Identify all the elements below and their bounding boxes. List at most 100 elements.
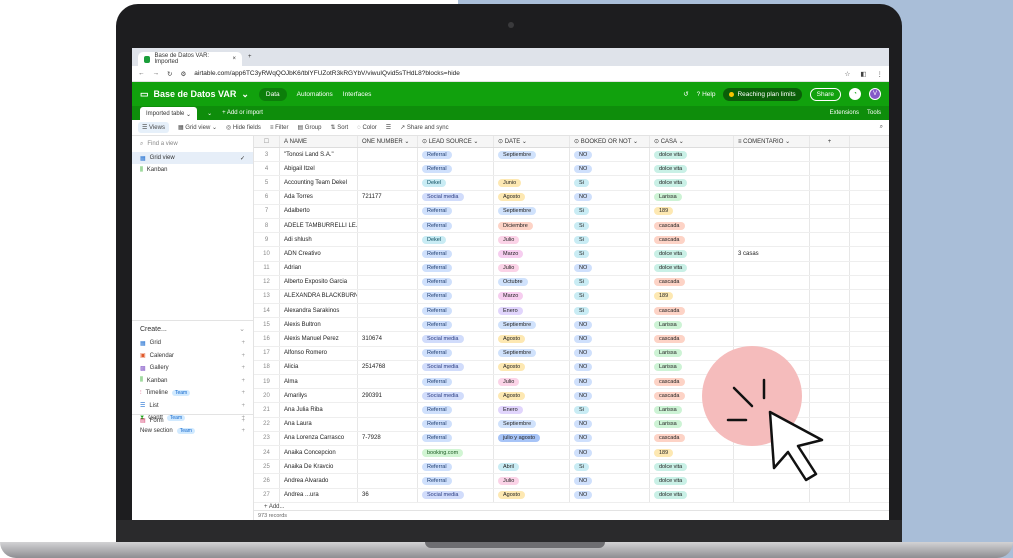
- table-cell[interactable]: Septiembre: [494, 346, 570, 360]
- table-cell[interactable]: [358, 474, 418, 488]
- avatar[interactable]: V: [869, 88, 881, 100]
- extensions-button[interactable]: Extensions: [830, 110, 859, 116]
- table-row[interactable]: 13 ALEXANDRA BLACKBURN Referral Marzo Si 189: [254, 289, 889, 305]
- share-sync-button[interactable]: ↗ Share and sync: [400, 124, 448, 131]
- table-cell[interactable]: Referral: [418, 460, 494, 474]
- header-name[interactable]: A NAME: [280, 136, 358, 147]
- table-row[interactable]: 7 Adalberto Referral Septiembre Si 189: [254, 204, 889, 219]
- table-cell[interactable]: Si: [570, 176, 650, 190]
- table-cell[interactable]: Si: [570, 247, 650, 261]
- table-cell[interactable]: Referral: [418, 474, 494, 488]
- notifications-icon[interactable]: ◔: [849, 88, 861, 100]
- menu-icon[interactable]: ⋮: [877, 70, 884, 78]
- create-form[interactable]: ▤ Form +: [132, 414, 253, 426]
- table-cell[interactable]: 2514768: [358, 360, 418, 374]
- header-date[interactable]: ⊙ DATE ⌄: [494, 136, 570, 147]
- nav-data[interactable]: Data: [258, 87, 287, 101]
- table-cell[interactable]: Referral: [418, 261, 494, 275]
- table-cell[interactable]: [734, 148, 810, 162]
- table-row[interactable]: 3 "Tonosi Land S.A." Referral Septiembre NO d…: [254, 148, 889, 163]
- history-icon[interactable]: ↺: [683, 90, 688, 98]
- table-cell[interactable]: ADELE TAMBURRELLI LE...: [280, 218, 358, 233]
- table-cell[interactable]: NO: [570, 148, 650, 162]
- table-cell[interactable]: Social media: [418, 360, 494, 374]
- table-cell[interactable]: Referral: [418, 375, 494, 389]
- table-row[interactable]: 15 Alexis Bultron Referral Septiembre NO Lari…: [254, 318, 889, 333]
- table-row[interactable]: 12 Alberto Exposito Garcia Referral Octubre…: [254, 275, 889, 290]
- table-cell[interactable]: Alberto Exposito Garcia: [280, 275, 358, 289]
- table-cell[interactable]: 310674: [358, 332, 418, 346]
- table-cell[interactable]: Referral: [418, 162, 494, 176]
- table-cell[interactable]: Referral: [418, 275, 494, 289]
- table-cell[interactable]: [358, 204, 418, 218]
- tools-button[interactable]: Tools: [867, 110, 881, 116]
- table-cell[interactable]: [810, 318, 850, 332]
- table-cell[interactable]: Accounting Team Dekel: [280, 176, 358, 190]
- table-cell[interactable]: [810, 289, 850, 304]
- table-cell[interactable]: Si: [570, 304, 650, 318]
- header-lead-source[interactable]: ⊙ LEAD SOURCE ⌄: [418, 136, 494, 147]
- table-cell[interactable]: [358, 417, 418, 431]
- find-view-input[interactable]: ⌕ Find a view: [132, 136, 253, 152]
- table-cell[interactable]: ADN Creativo: [280, 247, 358, 261]
- table-cell[interactable]: [358, 445, 418, 460]
- table-cell[interactable]: [810, 360, 850, 374]
- table-cell[interactable]: [734, 190, 810, 204]
- table-cell[interactable]: [358, 162, 418, 176]
- table-cell[interactable]: Referral: [418, 346, 494, 360]
- table-cell[interactable]: Referral: [418, 247, 494, 261]
- views-button[interactable]: ☰ Views: [138, 122, 169, 133]
- table-cell[interactable]: NO: [570, 261, 650, 275]
- table-cell[interactable]: NO: [570, 417, 650, 431]
- table-cell[interactable]: Referral: [418, 403, 494, 417]
- table-cell[interactable]: dolce vita: [650, 247, 734, 261]
- table-cell[interactable]: [734, 318, 810, 332]
- table-cell[interactable]: NO: [570, 318, 650, 332]
- forward-icon[interactable]: →: [153, 70, 160, 77]
- plan-limits-button[interactable]: Reaching plan limits: [723, 87, 802, 101]
- table-row[interactable]: 17 Alfonso Romero Referral Septiembre NO Lari…: [254, 346, 889, 361]
- header-phone[interactable]: ONE NUMBER ⌄: [358, 136, 418, 147]
- table-row[interactable]: 16 Alexis Manuel Perez 310674 Social media A…: [254, 332, 889, 347]
- table-cell[interactable]: NO: [570, 445, 650, 460]
- table-cell[interactable]: Agosto: [494, 332, 570, 346]
- table-cell[interactable]: Larissa: [650, 318, 734, 332]
- table-cell[interactable]: Agosto: [494, 389, 570, 403]
- table-cell[interactable]: Septiembre: [494, 318, 570, 332]
- table-cell[interactable]: Julio: [494, 474, 570, 488]
- table-cell[interactable]: [494, 162, 570, 176]
- table-cell[interactable]: [734, 204, 810, 218]
- color-button[interactable]: ◌ Color: [357, 125, 377, 131]
- search-icon[interactable]: ⌕: [880, 124, 883, 131]
- table-cell[interactable]: [810, 190, 850, 204]
- table-row[interactable]: 6 Ada Torres 721177 Social media Agosto NO Lar…: [254, 190, 889, 205]
- table-row[interactable]: 5 Accounting Team Dekel Dekel Junio Si dolce …: [254, 176, 889, 191]
- bookmark-icon[interactable]: ☆: [845, 70, 851, 78]
- table-cell[interactable]: [358, 304, 418, 318]
- table-cell[interactable]: [810, 261, 850, 275]
- table-cell[interactable]: Referral: [418, 318, 494, 332]
- table-cell[interactable]: Octubre: [494, 275, 570, 289]
- table-cell[interactable]: dolce vita: [650, 176, 734, 190]
- table-cell[interactable]: [358, 247, 418, 261]
- create-new-section[interactable]: New section Team +: [132, 425, 253, 438]
- url-text[interactable]: airtable.com/app6TC3yRWqQOJbK6/tblYFUZot…: [194, 70, 460, 77]
- table-cell[interactable]: Dekel: [418, 176, 494, 190]
- table-cell[interactable]: [734, 233, 810, 247]
- table-cell[interactable]: Referral: [418, 417, 494, 431]
- table-cell[interactable]: [358, 375, 418, 389]
- table-cell[interactable]: [810, 346, 850, 360]
- table-cell[interactable]: julio y agosto: [494, 431, 570, 445]
- table-cell[interactable]: NO: [570, 360, 650, 374]
- table-cell[interactable]: Adrian: [280, 261, 358, 275]
- table-cell[interactable]: 189: [650, 204, 734, 218]
- table-cell[interactable]: [810, 148, 850, 162]
- table-cell[interactable]: Marzo: [494, 247, 570, 261]
- table-cell[interactable]: NO: [570, 389, 650, 403]
- base-title[interactable]: ▭ Base de Datos VAR ⌄: [140, 89, 249, 100]
- table-cell[interactable]: [734, 275, 810, 289]
- table-cell[interactable]: Si: [570, 403, 650, 417]
- back-icon[interactable]: ←: [138, 70, 145, 77]
- table-cell[interactable]: [734, 332, 810, 346]
- table-cell[interactable]: Enero: [494, 403, 570, 417]
